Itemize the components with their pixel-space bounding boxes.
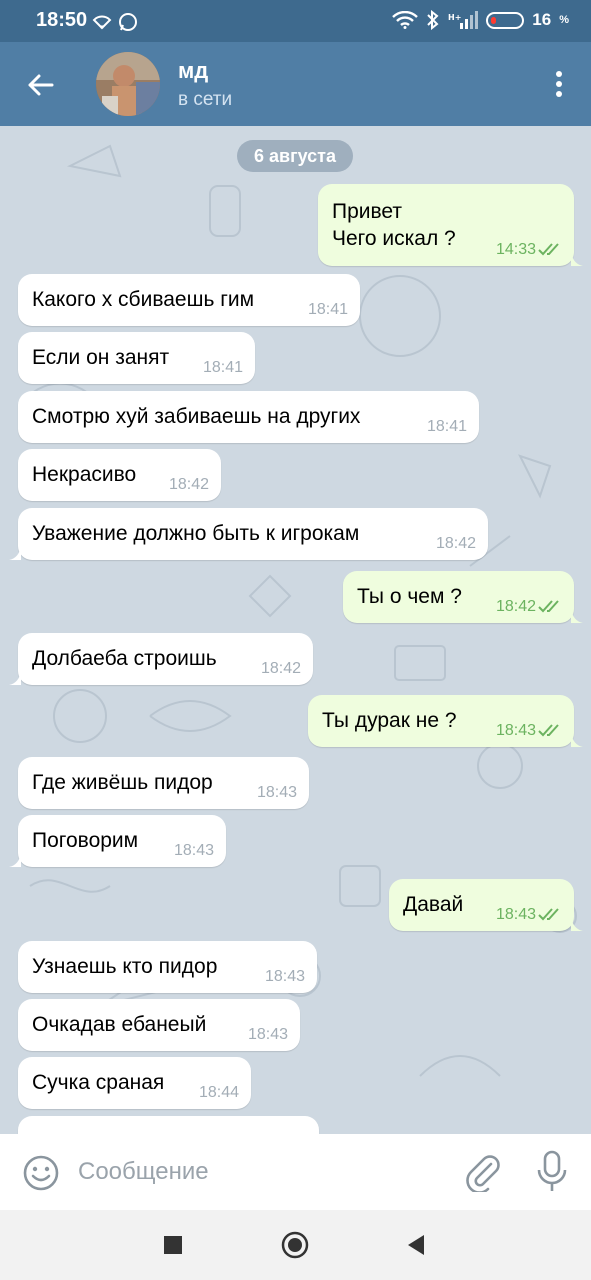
message-time: 18:42 bbox=[435, 535, 476, 552]
message-text: Сучка сраная bbox=[32, 1071, 165, 1094]
message-composer bbox=[0, 1134, 591, 1210]
avatar[interactable] bbox=[96, 52, 160, 116]
bubble-tail bbox=[571, 733, 583, 747]
microphone-icon[interactable] bbox=[536, 1150, 568, 1194]
message-time: 18:43 bbox=[495, 906, 536, 923]
date-separator: 6 августа bbox=[237, 140, 353, 172]
message-incoming[interactable]: Смотрю хуй забиваешь на других 18:41 bbox=[18, 391, 479, 443]
wifi-icon bbox=[92, 15, 112, 30]
message-incoming[interactable]: Некрасиво 18:42 bbox=[18, 449, 221, 501]
message-outgoing[interactable]: Давай 18:43 bbox=[389, 879, 583, 931]
battery-icon bbox=[486, 11, 525, 29]
message-list[interactable]: 6 августа Привет Чего искал ? 14:33 Како… bbox=[0, 126, 591, 1134]
message-text: Если он занят bbox=[32, 346, 170, 369]
message-text: Где живёшь пидор bbox=[32, 771, 213, 794]
message-incoming[interactable]: Узнаешь кто пидор 18:43 bbox=[18, 941, 317, 993]
back-triangle-icon[interactable] bbox=[402, 1230, 432, 1260]
message-time: 18:43 bbox=[173, 842, 214, 859]
back-arrow-icon[interactable] bbox=[20, 64, 62, 106]
message-text: Долбаеба строишь bbox=[32, 647, 217, 670]
chat-header: мд в сети bbox=[0, 42, 591, 126]
double-check-icon bbox=[538, 908, 559, 921]
message-outgoing[interactable]: Ты дурак не ? 18:43 bbox=[308, 695, 583, 747]
status-bar: 18:50 H+ 16 % bbox=[0, 0, 591, 42]
message-outgoing[interactable]: Привет Чего искал ? 14:33 bbox=[318, 184, 583, 266]
message-text: Привет bbox=[332, 200, 403, 223]
message-incoming[interactable]: Уважение должно быть к игрокам 18:42 bbox=[9, 508, 488, 560]
status-time: 18:50 bbox=[36, 9, 88, 31]
message-text: Ты о чем ? bbox=[357, 585, 462, 608]
message-outgoing[interactable]: Ты о чем ? 18:42 bbox=[343, 571, 583, 623]
message-text: Давай bbox=[403, 893, 464, 916]
emoji-icon[interactable] bbox=[22, 1154, 60, 1192]
bubble-tail bbox=[571, 252, 583, 266]
message-input[interactable] bbox=[78, 1150, 448, 1194]
message-incoming[interactable]: Очкадав ебанеый 18:43 bbox=[18, 999, 300, 1051]
message-time: 14:33 bbox=[495, 241, 536, 258]
recents-square-icon[interactable] bbox=[158, 1230, 188, 1260]
message-text: Узнаешь кто пидор bbox=[32, 955, 218, 978]
system-navigation-bar bbox=[0, 1210, 591, 1280]
message-text: Уважение должно быть к игрокам bbox=[32, 522, 360, 545]
whatsapp-icon bbox=[119, 13, 137, 31]
message-time: 18:41 bbox=[202, 359, 243, 376]
message-incoming[interactable] bbox=[18, 1116, 319, 1134]
message-text: Смотрю хуй забиваешь на других bbox=[32, 405, 361, 428]
bubble-tail bbox=[9, 546, 21, 560]
message-text: Очкадав ебанеый bbox=[32, 1013, 207, 1036]
battery-percent-sign: % bbox=[559, 14, 569, 26]
bubble-tail bbox=[9, 671, 21, 685]
message-time: 18:43 bbox=[495, 722, 536, 739]
message-time: 18:42 bbox=[260, 660, 301, 677]
bluetooth-icon bbox=[427, 10, 439, 30]
bubble-tail bbox=[9, 853, 21, 867]
more-vert-icon[interactable] bbox=[549, 66, 569, 102]
wifi-icon bbox=[392, 11, 419, 29]
battery-level: 16 bbox=[532, 10, 552, 29]
double-check-icon bbox=[538, 724, 559, 737]
message-text: Какого х сбиваешь гим bbox=[32, 288, 255, 311]
paperclip-icon[interactable] bbox=[464, 1152, 502, 1192]
message-incoming[interactable]: Какого х сбиваешь гим 18:41 bbox=[18, 274, 360, 326]
message-time: 18:42 bbox=[168, 476, 209, 493]
message-incoming[interactable]: Если он занят 18:41 bbox=[18, 332, 255, 384]
message-time: 18:41 bbox=[307, 301, 348, 318]
message-incoming[interactable]: Поговорим 18:43 bbox=[9, 815, 226, 867]
message-time: 18:43 bbox=[256, 784, 297, 801]
message-incoming[interactable]: Где живёшь пидор 18:43 bbox=[18, 757, 309, 809]
svg-text:H+: H+ bbox=[448, 13, 461, 22]
double-check-icon bbox=[538, 600, 559, 613]
signal-icon: H+ bbox=[448, 11, 479, 29]
message-time: 18:43 bbox=[247, 1026, 288, 1043]
bubble-tail bbox=[571, 917, 583, 931]
contact-name[interactable]: мд bbox=[178, 58, 208, 84]
presence-status: в сети bbox=[178, 89, 233, 110]
home-circle-icon[interactable] bbox=[280, 1230, 310, 1260]
message-incoming[interactable]: Сучка сраная 18:44 bbox=[18, 1057, 251, 1109]
double-check-icon bbox=[538, 243, 559, 256]
message-time: 18:44 bbox=[198, 1084, 239, 1101]
bubble-tail bbox=[571, 609, 583, 623]
message-text: Некрасиво bbox=[32, 463, 137, 486]
message-time: 18:42 bbox=[495, 598, 536, 615]
message-time: 18:43 bbox=[264, 968, 305, 985]
message-text: Ты дурак не ? bbox=[322, 709, 457, 732]
message-time: 18:41 bbox=[426, 418, 467, 435]
message-text: Поговорим bbox=[32, 829, 139, 852]
message-incoming[interactable]: Долбаеба строишь 18:42 bbox=[9, 633, 313, 685]
